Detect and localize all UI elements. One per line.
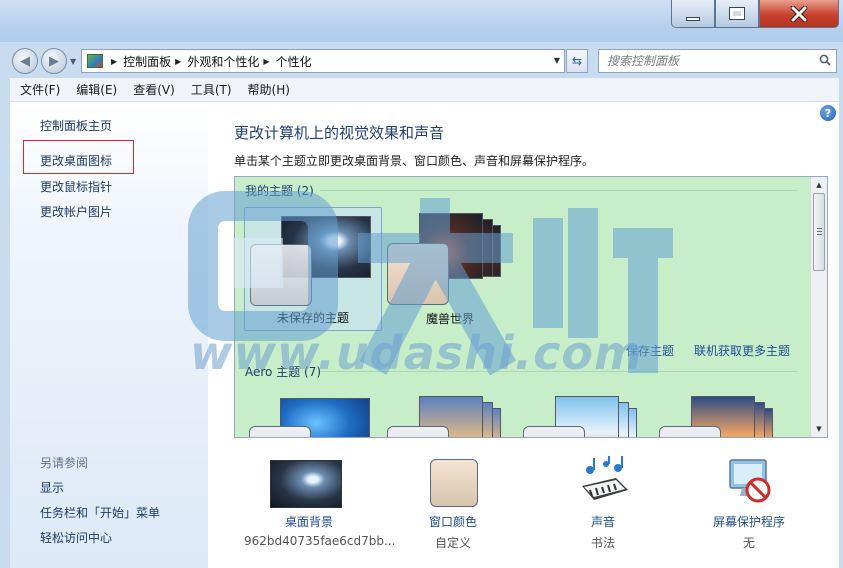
search-icon[interactable] <box>819 54 831 66</box>
menu-view[interactable]: 查看(V) <box>133 81 175 98</box>
theme-aero-landscapes[interactable] <box>653 390 791 437</box>
group-divider <box>320 190 797 191</box>
theme-list-scrollbar[interactable]: ▲ ▼ <box>810 177 827 437</box>
sidebar-link-display[interactable]: 显示 <box>40 479 64 496</box>
theme-color-swatch <box>387 243 449 305</box>
arrow-left-icon: ◀ <box>20 53 30 69</box>
breadcrumb-appearance[interactable]: 外观和个性化 <box>187 53 259 70</box>
window-color-swatch <box>430 459 478 507</box>
sidebar-link-taskbar-start-menu[interactable]: 任务栏和「开始」菜单 <box>40 504 160 521</box>
thumb-grip <box>817 231 822 232</box>
theme-aero-architecture[interactable] <box>381 390 519 437</box>
search-input[interactable] <box>607 54 802 68</box>
minimize-button[interactable] <box>671 0 715 28</box>
scrollbar-thumb[interactable] <box>813 193 825 271</box>
desktop-background-thumbnail <box>270 460 342 508</box>
window-color-setting[interactable]: 窗口颜色 自定义 <box>388 456 518 556</box>
refresh-icon: ⇆ <box>571 54 583 68</box>
menu-tools[interactable]: 工具(T) <box>191 81 232 98</box>
sidebar-link-ease-of-access[interactable]: 轻松访问中心 <box>40 529 112 546</box>
forward-button[interactable]: ▶ <box>41 48 67 74</box>
menu-bar: 文件(F) 编辑(E) 查看(V) 工具(T) 帮助(H) <box>10 78 839 102</box>
content-area: 控制面板主页 更改桌面图标 更改鼠标指针 更改帐户图片 另请参阅 显示 任务栏和… <box>10 102 839 568</box>
breadcrumb-arrow-icon[interactable]: ▶ <box>263 57 269 66</box>
sidebar-link-change-account-picture[interactable]: 更改帐户图片 <box>40 203 112 220</box>
close-icon <box>790 5 808 22</box>
aero-themes-heading: Aero 主题 (7) <box>245 365 322 379</box>
sound-value: 书法 <box>590 536 615 550</box>
sidebar: 控制面板主页 更改桌面图标 更改鼠标指针 更改帐户图片 另请参阅 显示 任务栏和… <box>10 102 208 568</box>
address-bar[interactable]: ▶ 控制面板 ▶ 外观和个性化 ▶ 个性化 ▼ <box>81 49 565 73</box>
thumb-grip <box>817 228 822 229</box>
theme-aero-windows7[interactable] <box>244 390 382 437</box>
save-theme-link[interactable]: 保存主题 <box>626 342 674 359</box>
close-button[interactable] <box>759 0 839 28</box>
theme-color-swatch <box>659 426 721 437</box>
thumb-grip <box>817 234 822 235</box>
control-panel-icon <box>87 54 103 68</box>
desktop-background-value: 962bd40735fae6cd7bb... <box>244 534 396 548</box>
window-color-label: 窗口颜色 <box>428 515 477 529</box>
theme-warcraft[interactable]: 魔兽世界 <box>381 207 519 331</box>
desktop-background-setting[interactable]: 桌面背景 962bd40735fae6cd7bb... <box>244 456 396 556</box>
sidebar-link-change-mouse-pointers[interactable]: 更改鼠标指针 <box>40 178 112 195</box>
screensaver-icon <box>729 459 771 503</box>
theme-unsaved[interactable]: 未保存的主题 <box>244 207 382 331</box>
theme-list: 我的主题 (2) 未保存的主题 魔兽世界 保存主题 联机获取更多主题 Aero … <box>234 176 828 438</box>
menu-file[interactable]: 文件(F) <box>20 81 60 98</box>
breadcrumb-arrow-icon[interactable]: ▶ <box>175 57 181 66</box>
page-title: 更改计算机上的视觉效果和声音 <box>234 124 445 142</box>
back-button[interactable]: ◀ <box>12 48 38 74</box>
screensaver-label: 屏幕保护程序 <box>712 515 785 529</box>
maximize-icon <box>729 7 745 20</box>
theme-color-swatch <box>249 426 311 437</box>
arrow-right-icon: ▶ <box>49 53 59 69</box>
my-themes-heading: 我的主题 (2) <box>245 184 314 198</box>
search-box <box>598 49 837 73</box>
main-panel: ? 更改计算机上的视觉效果和声音 单击某个主题立即更改桌面背景、窗口颜色、声音和… <box>208 102 839 568</box>
address-dropdown-icon[interactable]: ▼ <box>554 56 560 65</box>
maximize-button[interactable] <box>715 0 759 28</box>
theme-color-swatch <box>523 426 585 437</box>
menu-help[interactable]: 帮助(H) <box>248 81 290 98</box>
breadcrumb-personalization[interactable]: 个性化 <box>276 53 312 70</box>
screensaver-setting[interactable]: 屏幕保护程序 无 <box>684 456 814 556</box>
menu-edit[interactable]: 编辑(E) <box>76 81 117 98</box>
title-bar <box>0 0 843 42</box>
get-more-themes-link[interactable]: 联机获取更多主题 <box>694 342 790 359</box>
refresh-button[interactable]: ⇆ <box>566 49 588 73</box>
sidebar-link-control-panel-home[interactable]: 控制面板主页 <box>40 117 112 134</box>
window-color-value: 自定义 <box>434 536 471 550</box>
minimize-icon <box>686 16 700 21</box>
sound-label: 声音 <box>590 515 615 529</box>
sound-setting[interactable]: 声音 书法 <box>538 456 668 556</box>
breadcrumb-control-panel[interactable]: 控制面板 <box>123 53 171 70</box>
theme-aero-characters[interactable] <box>517 390 655 437</box>
see-also-heading: 另请参阅 <box>40 456 89 470</box>
desktop-background-label: 桌面背景 <box>284 515 333 529</box>
page-subtitle: 单击某个主题立即更改桌面背景、窗口颜色、声音和屏幕保护程序。 <box>234 154 595 168</box>
sidebar-link-change-desktop-icons[interactable]: 更改桌面图标 <box>40 152 112 169</box>
scroll-down-icon[interactable]: ▼ <box>811 421 827 437</box>
theme-color-swatch <box>387 426 449 437</box>
group-divider <box>320 371 797 372</box>
theme-label: 魔兽世界 <box>425 312 474 326</box>
sound-icon <box>582 456 628 500</box>
help-icon[interactable]: ? <box>820 105 836 121</box>
navigation-bar: ◀ ▶ ▼ ▶ 控制面板 ▶ 外观和个性化 ▶ 个性化 ▼ ⇆ <box>0 42 843 78</box>
theme-label: 未保存的主题 <box>276 311 349 325</box>
screensaver-value: 无 <box>742 536 755 550</box>
recent-pages-dropdown-icon[interactable]: ▼ <box>70 57 76 66</box>
breadcrumb-arrow-icon[interactable]: ▶ <box>111 57 117 66</box>
theme-color-swatch <box>250 244 312 306</box>
scroll-up-icon[interactable]: ▲ <box>811 177 827 193</box>
